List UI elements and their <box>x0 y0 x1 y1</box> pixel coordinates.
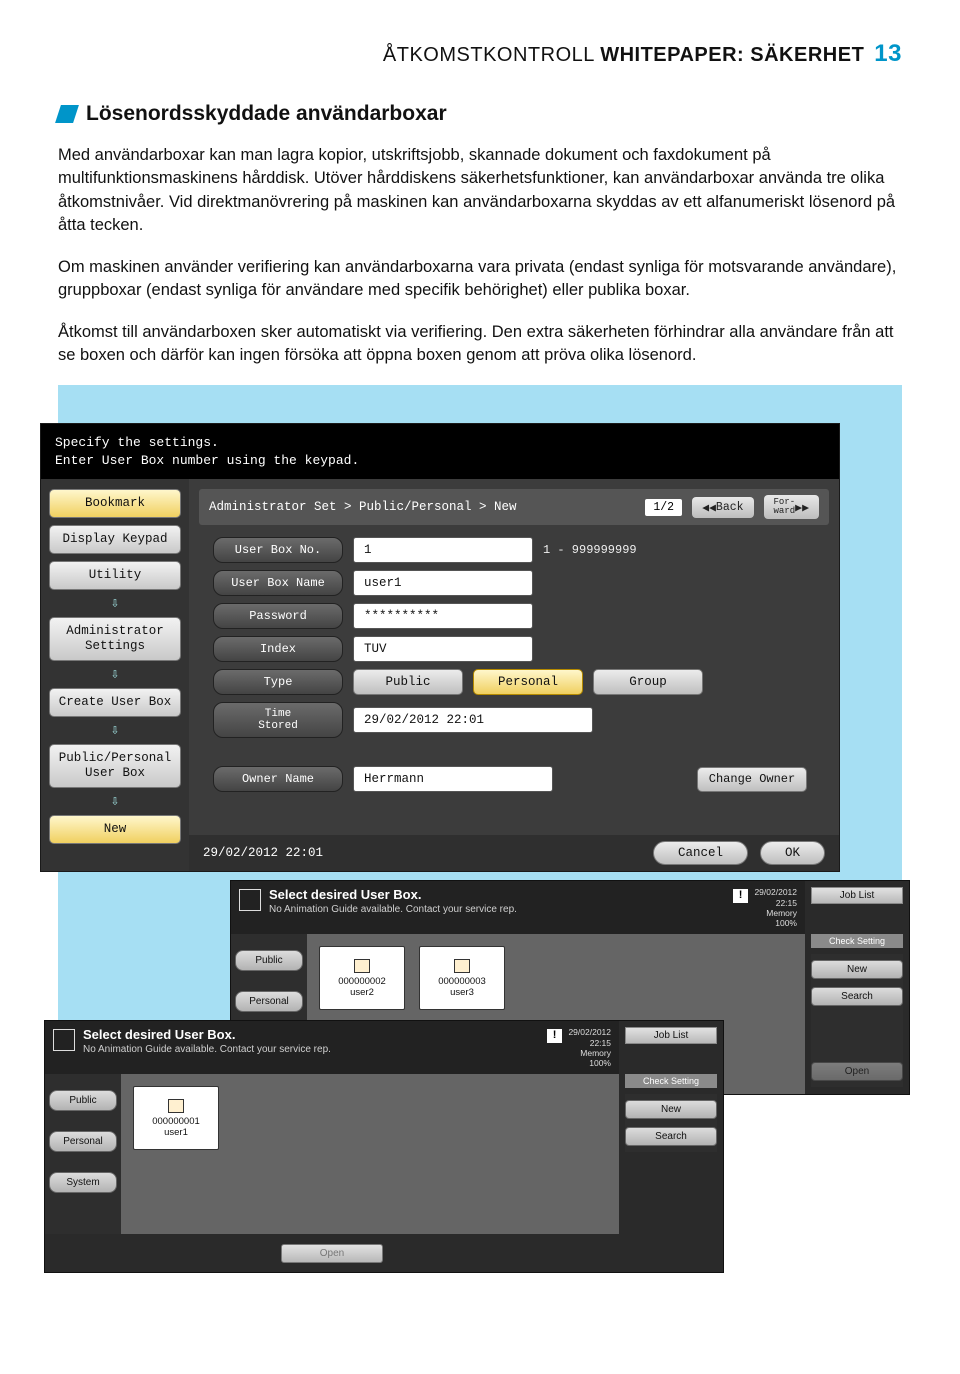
page-indicator: 1/2 <box>645 499 682 516</box>
userbox-canvas: 000000001 user1 <box>121 1074 619 1234</box>
userboxname-field[interactable]: user1 <box>353 570 533 596</box>
new-button[interactable]: New <box>811 960 903 979</box>
owner-name-label: Owner Name <box>213 766 343 792</box>
tab-public[interactable]: Public <box>235 950 303 971</box>
back-button[interactable]: ◀◀ Back <box>692 497 753 518</box>
paragraph-1: Med användarboxar kan man lagra kopior, … <box>58 144 902 238</box>
index-label: Index <box>213 636 343 662</box>
folder-icon <box>454 959 470 973</box>
status-block: 29/02/2012 22:15 Memory 100% <box>568 1027 611 1068</box>
page-number: 13 <box>874 40 902 67</box>
paragraph-2: Om maskinen använder verifiering kan anv… <box>58 256 902 303</box>
userboxno-field[interactable]: 1 <box>353 537 533 563</box>
ok-button[interactable]: OK <box>760 841 825 865</box>
userboxno-label: User Box No. <box>213 537 343 563</box>
time-stored-field: 29/02/2012 22:01 <box>353 707 593 733</box>
nav-admin-settings[interactable]: Administrator Settings <box>49 617 181 661</box>
admin-create-userbox-screenshot: Specify the settings. Enter User Box num… <box>40 423 840 872</box>
paragraph-3: Åtkomst till användarboxen sker automati… <box>58 321 902 368</box>
nav-new[interactable]: New <box>49 815 181 844</box>
cancel-button[interactable]: Cancel <box>653 841 748 865</box>
job-list-button[interactable]: Job List <box>811 887 903 904</box>
select-userbox-personal-screenshot: Select desired User Box. No Animation Gu… <box>44 1020 724 1273</box>
section-heading: Lösenordsskyddade användarboxar <box>58 102 902 126</box>
parallelogram-icon <box>55 105 79 123</box>
password-label: Password <box>213 603 343 629</box>
nav-arrow-icon: ⇩ <box>49 722 181 739</box>
job-list-button[interactable]: Job List <box>625 1027 717 1044</box>
check-setting-button[interactable]: Check Setting <box>811 934 903 948</box>
type-public-button[interactable]: Public <box>353 669 463 695</box>
footer-bar: 29/02/2012 22:01 Cancel OK <box>189 835 839 871</box>
userbox-card[interactable]: 000000001 user1 <box>133 1086 219 1150</box>
userboxno-hint: 1 - 999999999 <box>543 543 637 557</box>
header-title: WHITEPAPER: SÄKERHET <box>600 44 864 66</box>
tab-personal[interactable]: Personal <box>49 1131 117 1152</box>
open-button-bottom[interactable]: Open <box>281 1244 383 1263</box>
instruction-bar: Specify the settings. Enter User Box num… <box>41 424 839 479</box>
owner-name-field[interactable]: Herrmann <box>353 766 553 792</box>
folder-icon <box>168 1099 184 1113</box>
left-nav: Bookmark Display Keypad Utility ⇩ Admini… <box>41 479 189 871</box>
nav-display-keypad[interactable]: Display Keypad <box>49 525 181 554</box>
nav-public-personal[interactable]: Public/Personal User Box <box>49 744 181 788</box>
footer-timestamp: 29/02/2012 22:01 <box>203 846 323 860</box>
section-title: Lösenordsskyddade användarboxar <box>86 102 447 126</box>
tab-personal[interactable]: Personal <box>235 991 303 1012</box>
instruction-line1: Specify the settings. <box>55 434 825 452</box>
type-group-button[interactable]: Group <box>593 669 703 695</box>
index-field[interactable]: TUV <box>353 636 533 662</box>
new-button[interactable]: New <box>625 1100 717 1119</box>
type-personal-button[interactable]: Personal <box>473 669 583 695</box>
userboxname-label: User Box Name <box>213 570 343 596</box>
type-label: Type <box>213 669 343 695</box>
tab-system[interactable]: System <box>49 1172 117 1193</box>
nav-arrow-icon: ⇩ <box>49 793 181 810</box>
instruction-line2: Enter User Box number using the keypad. <box>55 452 825 470</box>
check-setting-button[interactable]: Check Setting <box>625 1074 717 1088</box>
open-button[interactable]: Open <box>811 1062 903 1081</box>
nav-create-user-box[interactable]: Create User Box <box>49 688 181 717</box>
header-category: ÅTKOMSTKONTROLL <box>383 44 600 66</box>
folder-icon <box>354 959 370 973</box>
userbox-select-title: Select desired User Box. <box>83 1027 541 1042</box>
userbox-card[interactable]: 000000002 user2 <box>319 946 405 1010</box>
page-header: ÅTKOMSTKONTROLL WHITEPAPER: SÄKERHET 13 <box>58 40 902 68</box>
nav-bookmark[interactable]: Bookmark <box>49 489 181 518</box>
password-field[interactable]: ********** <box>353 603 533 629</box>
userbox-select-title: Select desired User Box. <box>269 887 727 902</box>
alert-icon: ! <box>733 889 749 903</box>
userbox-card[interactable]: 000000003 user3 <box>419 946 505 1010</box>
nav-utility[interactable]: Utility <box>49 561 181 590</box>
search-button[interactable]: Search <box>625 1127 717 1146</box>
change-owner-button[interactable]: Change Owner <box>697 767 807 793</box>
status-block: 29/02/2012 22:15 Memory 100% <box>754 887 797 928</box>
box-icon <box>53 1029 75 1051</box>
time-stored-label: Time Stored <box>213 702 343 738</box>
breadcrumb-text: Administrator Set > Public/Personal > Ne… <box>209 500 635 514</box>
alert-icon: ! <box>547 1029 563 1043</box>
box-icon <box>239 889 261 911</box>
forward-button[interactable]: For- ward ▶▶ <box>764 495 819 519</box>
userbox-select-subtitle: No Animation Guide available. Contact yo… <box>83 1044 541 1055</box>
search-button[interactable]: Search <box>811 987 903 1006</box>
nav-arrow-icon: ⇩ <box>49 666 181 683</box>
nav-arrow-icon: ⇩ <box>49 595 181 612</box>
tab-public[interactable]: Public <box>49 1090 117 1111</box>
breadcrumb-bar: Administrator Set > Public/Personal > Ne… <box>199 489 829 525</box>
userbox-select-subtitle: No Animation Guide available. Contact yo… <box>269 904 727 915</box>
